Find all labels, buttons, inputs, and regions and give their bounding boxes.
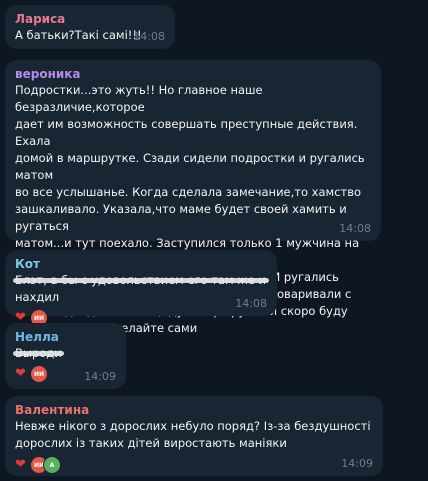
message-time: 14:08 <box>235 297 267 310</box>
reaction-avatar: ИИ <box>31 366 47 382</box>
message-bubble-valentina[interactable]: Валентина Невже нікого з дорослих небуло… <box>5 396 383 476</box>
message-text: Невже нікого з дорослих небуло поряд? Із… <box>15 418 373 452</box>
message-author[interactable]: Нелла <box>15 329 116 345</box>
message-line: Невже нікого з дорослих небуло поряд? Із… <box>15 419 371 433</box>
message-bubble-veronika[interactable]: вероника Подростки...это жуть!! Но главн… <box>5 60 381 335</box>
message-time: 14:08 <box>339 222 371 235</box>
spoiler-text[interactable]: Выроди <box>13 345 64 362</box>
message-bubble-nella[interactable]: Нелла Выроди ❤ ИИ 14:09 <box>5 323 126 389</box>
spoiler-text[interactable]: Блэт, а бы с удовольствием его там же и … <box>13 272 269 306</box>
heart-icon[interactable]: ❤ <box>15 457 29 473</box>
message-author[interactable]: Кот <box>15 256 267 272</box>
message-line: во все услышанье. Когда сделала замечани… <box>15 185 362 199</box>
message-time: 14:09 <box>84 370 116 383</box>
message-time: 14:09 <box>341 457 373 470</box>
message-line: зашкаливало. Указала,что маме будет свое… <box>15 202 347 233</box>
message-line: Подростки...это жуть!! Но главное наше б… <box>15 83 263 114</box>
message-author[interactable]: Валентина <box>15 402 373 418</box>
message-line: дает им возможность совершать преступные… <box>15 117 358 148</box>
reactions[interactable]: ❤ ИИ А <box>15 456 373 474</box>
message-author[interactable]: вероника <box>15 66 371 82</box>
message-author[interactable]: Лариса <box>15 11 165 27</box>
message-time: 14:08 <box>133 30 165 43</box>
reaction-avatar: А <box>43 456 61 474</box>
message-line: дорослих із таких дітей виростають манія… <box>15 436 287 450</box>
message-bubble-kot[interactable]: Кот Блэт, а бы с удовольствием его там ж… <box>5 250 277 326</box>
message-bubble-larisa[interactable]: Лариса А батьки?Такі самі!!! 14:08 <box>5 5 175 49</box>
heart-icon[interactable]: ❤ <box>15 366 29 382</box>
message-line: домой в маршрутке. Сзади сидели подростк… <box>15 151 365 182</box>
